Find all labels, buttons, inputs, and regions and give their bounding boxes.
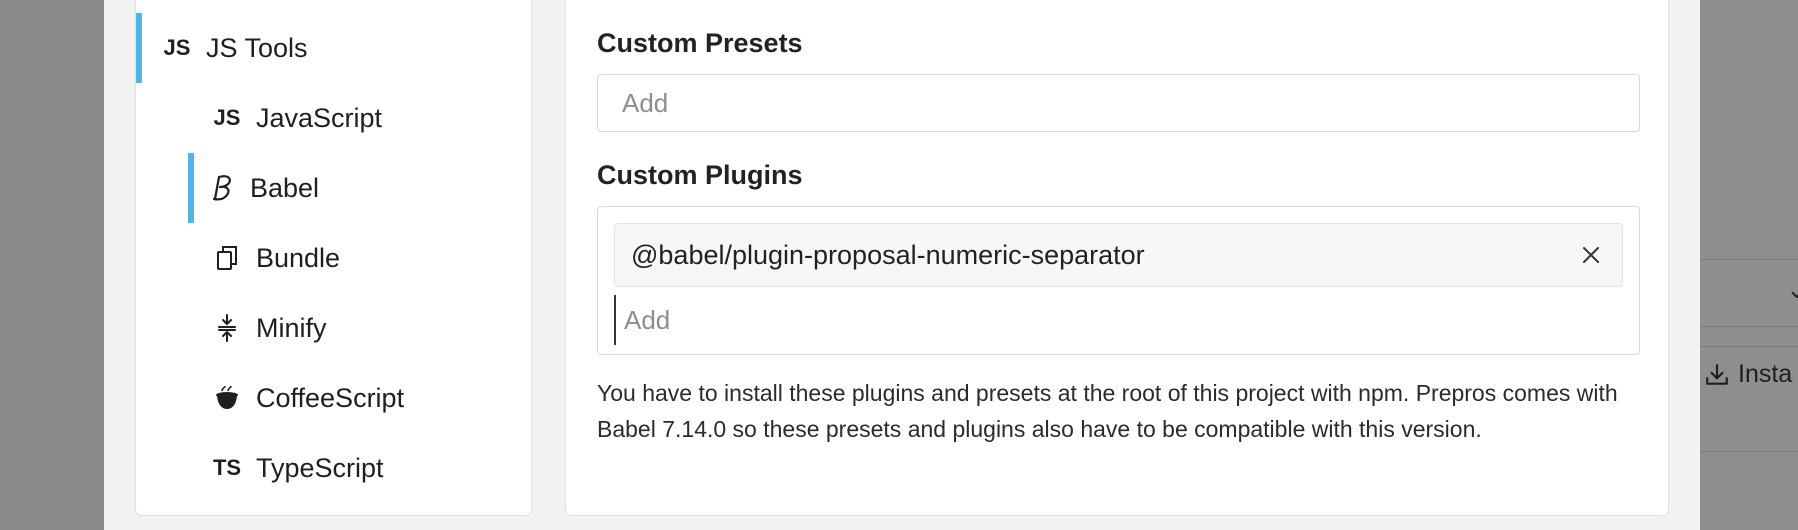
active-indicator xyxy=(188,153,194,223)
custom-presets-label: Custom Presets xyxy=(597,28,803,58)
sidebar-item-typescript[interactable]: TS TypeScript xyxy=(136,433,531,503)
sidebar-item-minify[interactable]: Minify xyxy=(136,293,531,363)
custom-plugins-label: Custom Plugins xyxy=(597,160,803,190)
babel-settings-panel: Custom Presets Custom Plugins @babel/plu… xyxy=(565,0,1669,516)
custom-plugins-field[interactable]: @babel/plugin-proposal-numeric-separator xyxy=(597,206,1640,355)
install-label: Insta xyxy=(1738,360,1793,388)
minify-icon xyxy=(210,311,244,345)
babel-icon xyxy=(206,171,240,205)
active-indicator xyxy=(136,13,142,83)
sidebar-item-coffeescript[interactable]: CoffeeScript xyxy=(136,363,531,433)
sidebar-item-label: JavaScript xyxy=(256,102,383,133)
sidebar-item-label: JS Tools xyxy=(206,32,308,63)
sidebar-item-label: CoffeeScript xyxy=(256,382,405,413)
js-icon: JS xyxy=(163,35,191,60)
custom-presets-input[interactable] xyxy=(597,74,1640,132)
js-icon: JS xyxy=(213,105,241,130)
download-icon xyxy=(1704,362,1730,388)
plugin-tag-label: @babel/plugin-proposal-numeric-separator xyxy=(631,239,1145,270)
sidebar-item-bundle[interactable]: Bundle xyxy=(136,223,531,293)
sidebar-item-label: TypeScript xyxy=(256,452,384,483)
sidebar-item-label: Bundle xyxy=(256,242,341,273)
settings-sidebar: JS JS Tools JS JavaScript Babel Bundle M… xyxy=(135,0,532,516)
background-select xyxy=(1700,259,1798,327)
custom-plugins-input[interactable] xyxy=(614,295,1632,345)
sidebar-item-label: Babel xyxy=(250,172,320,203)
chevron-down-icon: ⌄ xyxy=(1786,274,1798,304)
close-icon[interactable] xyxy=(1576,240,1606,270)
sidebar-item-javascript[interactable]: JS JavaScript xyxy=(136,83,531,153)
plugin-tag: @babel/plugin-proposal-numeric-separator xyxy=(614,223,1623,287)
sidebar-item-js-tools[interactable]: JS JS Tools xyxy=(136,13,531,83)
ts-icon: TS xyxy=(212,455,242,480)
sidebar-item-babel[interactable]: Babel xyxy=(188,153,531,223)
help-text: You have to install these plugins and pr… xyxy=(597,380,1618,442)
sidebar-item-label: Minify xyxy=(256,312,327,343)
background-install-button: Insta xyxy=(1704,360,1792,389)
bundle-icon xyxy=(210,241,244,275)
coffee-icon xyxy=(210,381,244,415)
